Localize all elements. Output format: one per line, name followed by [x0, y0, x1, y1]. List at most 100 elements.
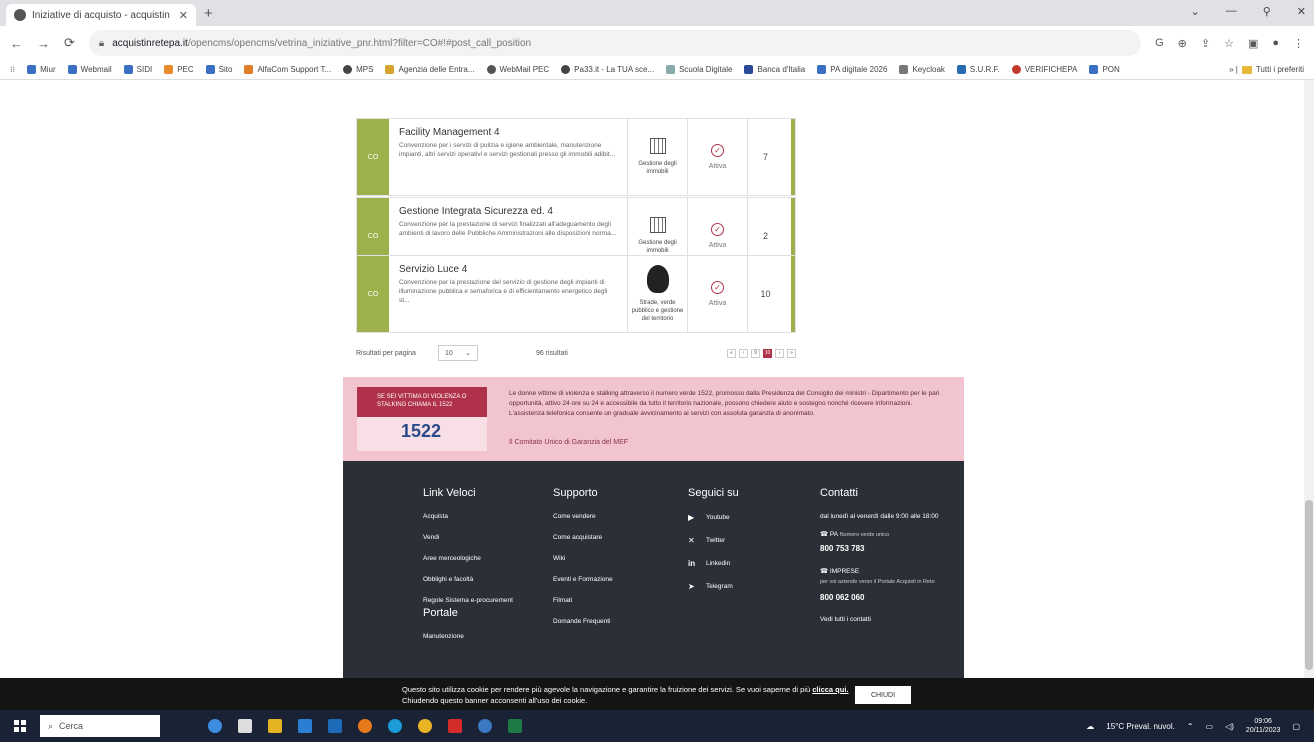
- cookie-close-button[interactable]: CHIUDI: [855, 686, 911, 704]
- file-explorer-icon[interactable]: [268, 719, 282, 733]
- footer-link[interactable]: Regole Sistema e-procurement: [423, 597, 513, 604]
- first-page-button[interactable]: «: [727, 348, 736, 358]
- edge-icon[interactable]: [388, 719, 402, 733]
- page-links: « ‹ 9 10 › »: [727, 348, 796, 358]
- browser-tab[interactable]: Iniziative di acquisto - acquistin ✕: [6, 4, 196, 26]
- card-title[interactable]: Gestione Integrata Sicurezza ed. 4: [399, 206, 617, 217]
- widgets-icon[interactable]: [208, 719, 222, 733]
- footer-social-link[interactable]: ✕ Twitter: [688, 536, 739, 545]
- minimize-icon[interactable]: —: [1226, 5, 1237, 18]
- footer-link[interactable]: Manutenzione: [423, 633, 464, 640]
- card-description: Convenzione per la prestazione del servi…: [399, 279, 608, 304]
- bookmark-item[interactable]: PON: [1089, 65, 1120, 74]
- bookmark-item[interactable]: Agenzia delle Entra...: [385, 65, 475, 74]
- clock[interactable]: 09:06 20/11/2023: [1246, 717, 1281, 735]
- volume-icon[interactable]: ◁): [1225, 722, 1234, 731]
- chrome-icon[interactable]: [418, 719, 432, 733]
- star-icon[interactable]: ☆: [1224, 37, 1234, 50]
- footer-link[interactable]: Domande Frequenti: [553, 618, 613, 625]
- footer-link[interactable]: Vendi: [423, 534, 513, 541]
- footer-link[interactable]: Wiki: [553, 555, 613, 562]
- footer-link[interactable]: Acquista: [423, 513, 513, 520]
- scrollbar[interactable]: [1304, 80, 1314, 678]
- bookmark-item[interactable]: Keycloak: [899, 65, 945, 74]
- task-view-icon[interactable]: [238, 719, 252, 733]
- card-title[interactable]: Facility Management 4: [399, 127, 617, 138]
- page-button[interactable]: 9: [751, 348, 760, 358]
- notifications-icon[interactable]: ▢: [1292, 722, 1300, 731]
- forward-icon[interactable]: →: [37, 36, 50, 51]
- initiative-card[interactable]: CO Servizio Luce 4 Convenzione per la pr…: [356, 255, 796, 333]
- excel-icon[interactable]: [508, 719, 522, 733]
- bookmark-item[interactable]: Banca d'Italia: [744, 65, 805, 74]
- bookmark-item[interactable]: Pa33.it - La TUA sce...: [561, 65, 654, 74]
- close-window-icon[interactable]: ✕: [1297, 5, 1306, 18]
- per-page-label: Risultati per pagina: [356, 349, 416, 357]
- back-icon[interactable]: ←: [10, 36, 23, 51]
- bookmark-item[interactable]: Miur: [27, 65, 56, 74]
- sidepanel-icon[interactable]: ▣: [1248, 37, 1258, 50]
- bookmark-item[interactable]: WebMail PEC: [486, 65, 549, 74]
- close-tab-icon[interactable]: ✕: [179, 9, 188, 22]
- new-tab-icon[interactable]: +: [204, 5, 213, 22]
- category-label: Gestione degli immobili: [638, 240, 677, 254]
- footer-link[interactable]: Come vendere: [553, 513, 613, 520]
- initiative-card[interactable]: CO Facility Management 4 Convenzione per…: [356, 118, 796, 196]
- footer-social-link[interactable]: ▶ Youtube: [688, 513, 739, 522]
- pin-icon[interactable]: ⚲: [1263, 5, 1271, 18]
- apps-icon[interactable]: ⁝⁝: [10, 65, 15, 74]
- url-input[interactable]: 🔒︎ acquistinretepa.it /opencms/opencms/v…: [88, 30, 1142, 56]
- bookmark-item[interactable]: Scuola Digitale: [666, 65, 732, 74]
- all-contacts-link[interactable]: Vedi tutti i contatti: [820, 616, 940, 623]
- banner-link[interactable]: Il Comitato Unico di Garanzia del MEF: [509, 439, 628, 446]
- footer-social-link[interactable]: in Linkedin: [688, 559, 739, 568]
- footer-link[interactable]: Come acquistare: [553, 534, 613, 541]
- footer-link[interactable]: Obblighi e facoltà: [423, 576, 513, 583]
- firefox-icon[interactable]: [358, 719, 372, 733]
- bookmark-item[interactable]: PEC: [164, 65, 194, 74]
- phone-icon: ☎: [820, 531, 829, 538]
- weather-text[interactable]: 15°C Preval. nuvol.: [1106, 722, 1175, 731]
- card-title[interactable]: Servizio Luce 4: [399, 264, 617, 275]
- bookmark-item[interactable]: PA digitale 2026: [817, 65, 887, 74]
- twitter-icon: ✕: [688, 536, 695, 545]
- per-page-select[interactable]: 10 ⌄: [437, 345, 478, 361]
- store-icon[interactable]: [298, 719, 312, 733]
- remote-icon[interactable]: [478, 719, 492, 733]
- scrollbar-thumb[interactable]: [1305, 500, 1313, 670]
- dropdown-icon[interactable]: ⌄: [1191, 5, 1200, 18]
- acrobat-icon[interactable]: [448, 719, 462, 733]
- tray-chevron-icon[interactable]: ⌃: [1187, 722, 1194, 731]
- page-button-active[interactable]: 10: [763, 348, 772, 358]
- status-label: Attiva: [708, 300, 727, 307]
- bookmark-item[interactable]: SIDI: [123, 65, 152, 74]
- search-icon: ⌕: [48, 720, 54, 731]
- bookmark-item[interactable]: S.U.R.F.: [956, 65, 1000, 74]
- bookmark-item[interactable]: Webmail: [67, 65, 112, 74]
- check-circle-icon: ✓: [711, 144, 724, 157]
- taskbar-search[interactable]: ⌕ Cerca: [40, 715, 160, 737]
- next-page-button[interactable]: ›: [775, 348, 784, 358]
- cookie-info-link[interactable]: clicca qui.: [812, 685, 848, 694]
- last-page-button[interactable]: »: [787, 348, 796, 358]
- prev-page-button[interactable]: ‹: [739, 348, 748, 358]
- footer-social-link[interactable]: ➤ Telegram: [688, 582, 739, 591]
- bookmark-item[interactable]: VERIFICHEPA: [1011, 65, 1077, 74]
- bookmark-item[interactable]: AlfaCom Support T...: [244, 65, 331, 74]
- footer-link[interactable]: Eventi e Formazione: [553, 576, 613, 583]
- bookmark-item[interactable]: Sito: [205, 65, 232, 74]
- menu-icon[interactable]: ⋮: [1293, 37, 1304, 50]
- footer-link[interactable]: Aree merceologiche: [423, 555, 513, 562]
- all-bookmarks[interactable]: » | Tutti i preferiti: [1229, 65, 1304, 74]
- contact-imprese-sub: per voi aziende verso il Portale Acquist…: [820, 579, 935, 585]
- zoom-icon[interactable]: ⊕: [1178, 37, 1187, 50]
- windows-start-icon[interactable]: [14, 720, 26, 732]
- profile-icon[interactable]: ●: [1272, 37, 1279, 50]
- share-icon[interactable]: ⇪: [1201, 37, 1210, 50]
- outlook-icon[interactable]: [328, 719, 342, 733]
- footer-link[interactable]: Filmati: [553, 597, 613, 604]
- google-icon[interactable]: G: [1155, 37, 1164, 50]
- reload-icon[interactable]: ⟳: [64, 35, 75, 51]
- bookmark-item[interactable]: MPS: [343, 65, 373, 74]
- network-icon[interactable]: ▭: [1206, 722, 1214, 731]
